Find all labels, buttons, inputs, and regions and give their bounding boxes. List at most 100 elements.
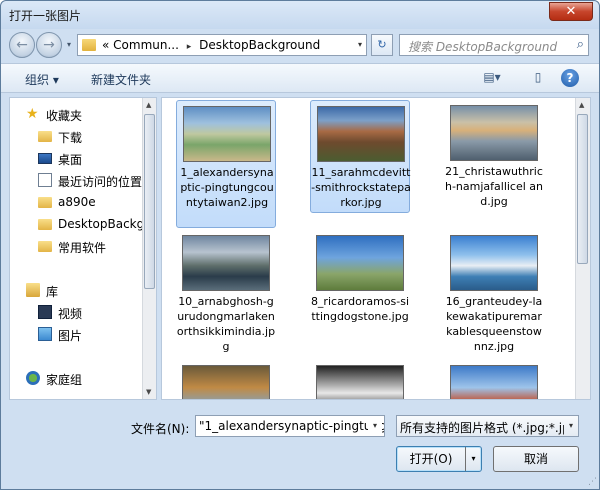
sidebar-item-a890e[interactable]: a890e	[10, 192, 144, 212]
sidebar-item-pictures[interactable]: 图片	[10, 324, 144, 344]
file-type-value: 所有支持的图片格式 (*.jpg;*.jp	[400, 421, 570, 435]
pictures-icon	[38, 327, 52, 341]
dialog-title: 打开一张图片	[9, 9, 82, 23]
organize-menu[interactable]: 组织 ▾	[25, 71, 59, 88]
search-input[interactable]: 搜索 DesktopBackground ⌕	[399, 34, 589, 56]
nav-arrows: ← → ▾	[9, 32, 79, 60]
refresh-button[interactable]: ↻	[371, 34, 393, 56]
thumbnail-image	[450, 365, 538, 399]
file-name: 16_granteudey-lakewakatipuremarkablesque…	[445, 295, 543, 353]
sidebar-item-desktopbackground[interactable]: DesktopBackgr	[10, 214, 144, 234]
thumbnail-image	[317, 106, 405, 162]
file-item[interactable]: 21_christawuthrich-namjafallicel and.jpg	[444, 100, 544, 213]
address-dropdown-icon[interactable]: ▾	[358, 40, 362, 49]
dialog-footer: 文件名(N): "1_alexandersynaptic-pingtung ▾ …	[1, 401, 599, 489]
navigation-bar: ← → ▾ « Commun... ▸ DesktopBackground ▾ …	[1, 29, 599, 63]
resize-grip-icon[interactable]: ⋰	[588, 477, 597, 487]
file-item[interactable]: 8_ricardoramos-sittingdogstone.jpg	[310, 230, 410, 343]
file-item[interactable]: 16_granteudey-lakewakatipuremarkablesque…	[444, 230, 544, 358]
file-list: 1_alexandersynaptic-pingtungcountytaiwan…	[161, 97, 591, 400]
sidebar-item-label: 视频	[58, 307, 83, 321]
sidebar-item-desktop[interactable]: 桌面	[10, 148, 144, 168]
file-name: 8_ricardoramos-sittingdogstone.jpg	[310, 295, 410, 323]
new-folder-button[interactable]: 新建文件夹	[91, 71, 151, 88]
sidebar-item-label: 收藏夹	[46, 109, 83, 123]
thumbnail-image	[182, 235, 270, 291]
breadcrumb: « Commun... ▸ DesktopBackground	[102, 38, 320, 52]
sidebar-item-favorites[interactable]: ★ 收藏夹	[10, 104, 144, 124]
breadcrumb-overflow[interactable]: «	[102, 38, 109, 52]
folder-icon	[82, 39, 96, 51]
cancel-button[interactable]: 取消	[493, 446, 579, 472]
sidebar-item-homegroup[interactable]: 家庭组	[10, 368, 144, 388]
change-view-icon[interactable]: ▤▾	[479, 70, 505, 86]
chevron-down-icon[interactable]: ▾	[564, 416, 578, 436]
scroll-up-icon[interactable]: ▲	[146, 101, 151, 109]
breadcrumb-item[interactable]: DesktopBackground	[199, 38, 320, 52]
open-button-label[interactable]: 打开(O)	[397, 447, 465, 471]
folder-icon	[38, 219, 52, 230]
folder-icon	[38, 241, 52, 252]
video-icon	[38, 305, 52, 319]
scroll-up-icon[interactable]: ▲	[579, 101, 584, 109]
recent-pages-chevron-icon[interactable]: ▾	[67, 40, 71, 49]
close-button[interactable]: ✕	[549, 2, 593, 21]
command-toolbar: 组织 ▾ 新建文件夹 ▤▾ ▯ ?	[1, 63, 599, 93]
open-button[interactable]: 打开(O) ▾	[396, 446, 482, 472]
open-options-chevron-icon[interactable]: ▾	[465, 447, 481, 471]
file-name: 1_alexandersynaptic-pingtungcountytaiwan…	[180, 166, 274, 209]
filename-value[interactable]: "1_alexandersynaptic-pingtung	[199, 419, 384, 433]
sidebar-item-label: 下载	[58, 131, 83, 145]
address-bar[interactable]: « Commun... ▸ DesktopBackground ▾	[77, 34, 367, 56]
file-item[interactable]	[176, 360, 276, 399]
thumbnail-image	[182, 365, 270, 399]
thumbnail-image	[183, 106, 271, 162]
file-list-scrollbar[interactable]: ▲	[575, 98, 590, 399]
help-icon[interactable]: ?	[561, 69, 579, 87]
file-item[interactable]: 1_alexandersynaptic-pingtungcountytaiwan…	[176, 100, 276, 228]
chevron-down-icon[interactable]: ▾	[368, 417, 382, 435]
search-icon[interactable]: ⌕	[577, 37, 584, 52]
thumbnail-image	[450, 105, 538, 161]
sidebar-item-label: 库	[46, 285, 59, 299]
recent-places-icon	[38, 173, 52, 187]
breadcrumb-separator-icon[interactable]: ▸	[187, 42, 192, 52]
thumbnail-image	[316, 235, 404, 291]
open-image-dialog: 打开一张图片 ✕ ← → ▾ « Commun... ▸ DesktopBack…	[0, 0, 600, 490]
sidebar-item-label: 图片	[58, 329, 83, 343]
title-bar: 打开一张图片 ✕	[1, 1, 599, 29]
thumbnail-image	[316, 365, 404, 399]
scrollbar-thumb[interactable]	[577, 114, 588, 264]
back-button[interactable]: ←	[9, 32, 35, 58]
sidebar-item-label: DesktopBackgr	[58, 217, 144, 231]
file-item[interactable]: 11_sarahmcdevitt-smithrockstateparkor.jp…	[310, 100, 411, 213]
homegroup-icon	[26, 371, 40, 385]
sidebar-item-downloads[interactable]: 下载	[10, 126, 144, 146]
scroll-down-icon[interactable]: ▼	[146, 388, 151, 396]
file-name: 10_arnabghosh-gurudongmarlakenorthsikkim…	[176, 295, 276, 353]
sidebar-item-videos[interactable]: 视频	[10, 302, 144, 322]
sidebar-item-label: 最近访问的位置	[58, 175, 143, 189]
filename-field[interactable]: "1_alexandersynaptic-pingtung ▾	[195, 415, 385, 437]
file-item[interactable]	[444, 360, 544, 399]
breadcrumb-item[interactable]: Commun...	[113, 38, 179, 52]
sidebar-item-libraries[interactable]: 库	[10, 280, 144, 300]
file-item[interactable]	[310, 360, 410, 399]
desktop-icon	[38, 153, 52, 164]
thumbnail-image	[450, 235, 538, 291]
preview-pane-icon[interactable]: ▯	[529, 70, 547, 86]
file-type-select[interactable]: 所有支持的图片格式 (*.jpg;*.jp ▾	[396, 415, 579, 437]
folder-icon	[38, 197, 52, 208]
forward-button[interactable]: →	[36, 32, 62, 58]
filename-label: 文件名(N):	[131, 422, 190, 436]
sidebar-scrollbar[interactable]: ▲ ▼	[142, 98, 156, 399]
file-item[interactable]: 10_arnabghosh-gurudongmarlakenorthsikkim…	[176, 230, 276, 358]
sidebar-item-recent-places[interactable]: 最近访问的位置	[10, 170, 144, 190]
search-placeholder: 搜索 DesktopBackground	[408, 40, 558, 54]
scrollbar-thumb[interactable]	[144, 114, 155, 289]
sidebar-item-label: 常用软件	[58, 241, 107, 255]
file-name: 21_christawuthrich-namjafallicel and.jpg	[444, 165, 544, 208]
file-name: 11_sarahmcdevitt-smithrockstateparkor.jp…	[311, 166, 411, 209]
sidebar-item-common-software[interactable]: 常用软件	[10, 236, 144, 256]
sidebar-item-label: a890e	[58, 195, 96, 209]
